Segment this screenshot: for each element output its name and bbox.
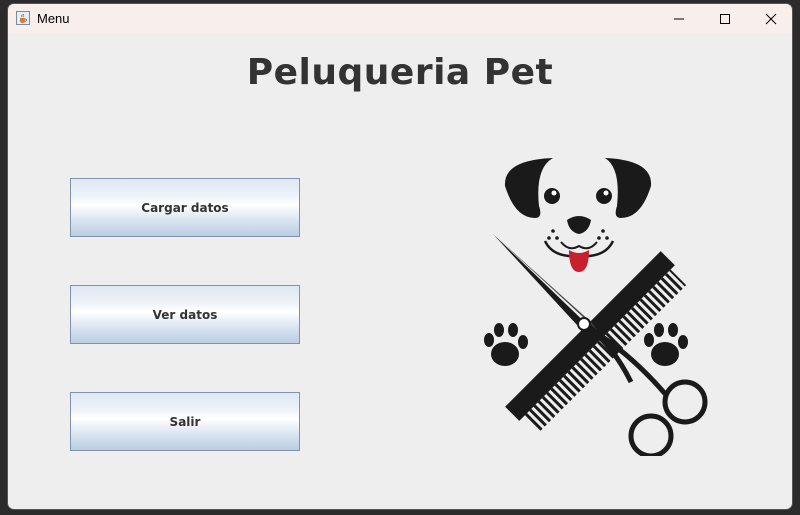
- title-bar[interactable]: Menu: [8, 4, 792, 34]
- maximize-icon: [720, 14, 730, 24]
- close-button[interactable]: [748, 4, 792, 34]
- paw-left-icon: [484, 323, 528, 366]
- close-icon: [765, 13, 777, 25]
- window-title: Menu: [37, 11, 70, 26]
- java-cup-icon[interactable]: [16, 11, 30, 25]
- app-window: Menu Peluqueria Pet Cargar datos Ver dat…: [8, 4, 792, 509]
- cargar-datos-button[interactable]: Cargar datos: [70, 178, 300, 237]
- maximize-button[interactable]: [702, 4, 748, 34]
- content-panel: Peluqueria Pet Cargar datos Ver datos Sa…: [8, 34, 792, 509]
- minimize-button[interactable]: [656, 4, 702, 34]
- paw-right-icon: [644, 323, 688, 366]
- dog-face-icon: [504, 158, 652, 272]
- salir-button[interactable]: Salir: [70, 392, 300, 451]
- minimize-icon: [674, 18, 684, 20]
- ver-datos-button[interactable]: Ver datos: [70, 285, 300, 344]
- page-title: Peluqueria Pet: [246, 52, 554, 93]
- dog-grooming-logo: [484, 158, 708, 456]
